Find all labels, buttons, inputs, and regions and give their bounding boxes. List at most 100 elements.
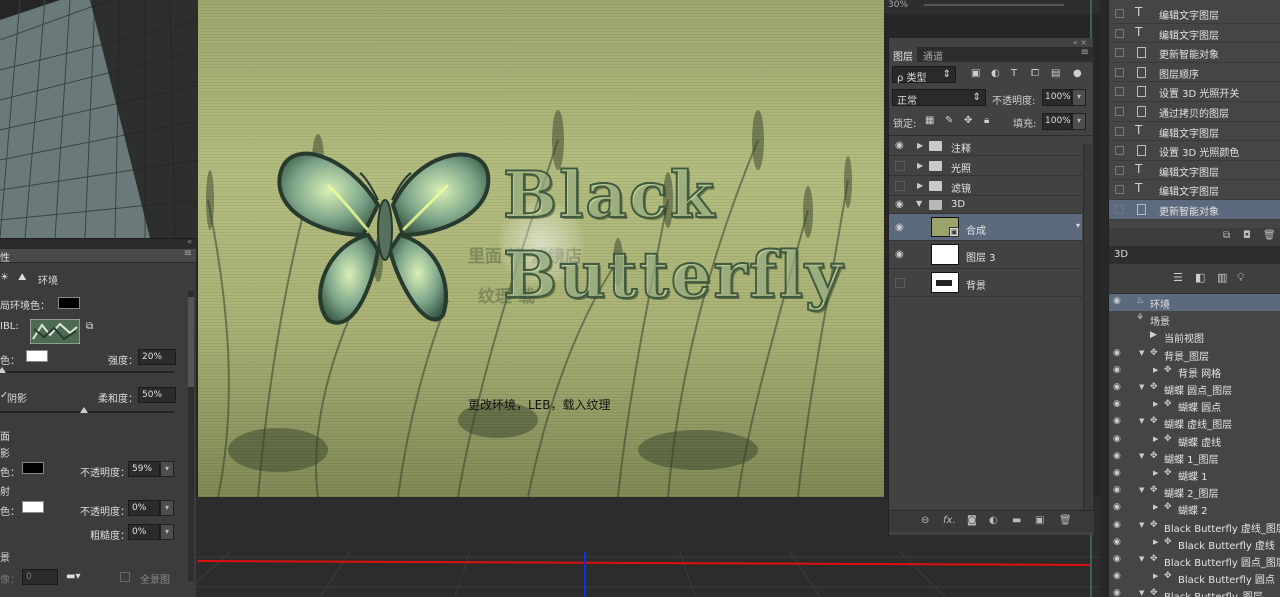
visibility-off-box[interactable] [895, 278, 905, 288]
eye-icon[interactable]: ◉ [1113, 554, 1121, 564]
chevron-down-icon[interactable]: ▼ [1139, 555, 1144, 563]
scene-tree-item[interactable]: ◉ ▼ ✥ 背景_图层 [1109, 346, 1280, 363]
tab-3d[interactable]: 3D [1114, 249, 1128, 260]
chevron-down-icon[interactable]: ▼ [1139, 349, 1144, 357]
scene-tree-item[interactable]: ◉ ▼ ✥ Black Butterfly_图层 [1109, 586, 1280, 597]
history-item-current[interactable]: 更新智能对象 [1109, 200, 1280, 220]
scene-tree-item[interactable]: ⚘ 场景 [1109, 311, 1280, 328]
softness-slider[interactable] [0, 407, 174, 413]
snapshot-checkbox[interactable] [1115, 67, 1124, 77]
chevron-down-icon[interactable]: ▼ [1139, 452, 1144, 460]
roughness-dropdown-icon[interactable]: ▾ [160, 524, 174, 540]
lock-image-icon[interactable]: ✎ [945, 115, 953, 126]
chevron-right-icon[interactable]: ▶ [917, 181, 923, 190]
chevron-down-icon[interactable]: ▼ [1139, 589, 1144, 597]
eye-icon[interactable]: ◉ [1113, 382, 1121, 392]
history-item[interactable]: T 编辑文字图层 [1109, 180, 1280, 200]
properties-tab[interactable]: 性 [0, 249, 10, 264]
history-item[interactable]: 设置 3D 光照颜色 [1109, 141, 1280, 161]
history-item[interactable]: T 编辑文字图层 [1109, 24, 1280, 44]
eye-icon[interactable]: ◉ [1113, 451, 1121, 461]
lights-filter-icon[interactable]: 💡︎ [1237, 271, 1245, 285]
intensity-slider[interactable] [0, 367, 174, 373]
chevron-right-icon[interactable]: ▶ [1153, 503, 1158, 511]
history-item[interactable]: 更新智能对象 [1109, 43, 1280, 63]
collapse-icon[interactable]: « [187, 237, 192, 246]
scene-tree-item[interactable]: ◉ ▶ ✥ 蝴蝶 虚线 [1109, 432, 1280, 449]
properties-scrollbar[interactable] [188, 291, 194, 581]
edit-texture-icon[interactable]: ⧉ [86, 321, 93, 332]
opacity-field[interactable]: 100% [1042, 89, 1072, 106]
eye-icon[interactable]: ◉ [895, 140, 904, 151]
snapshot-checkbox[interactable] [1115, 87, 1124, 97]
eye-icon[interactable]: ◉ [895, 222, 904, 233]
scene-tree-item[interactable]: ◉ ▶ ✥ 背景 网格 [1109, 363, 1280, 380]
chevron-right-icon[interactable]: ▶ [1153, 538, 1158, 546]
top-strip-slider[interactable] [924, 4, 1064, 6]
snapshot-checkbox[interactable] [1115, 126, 1124, 136]
eye-icon[interactable]: ◉ [1113, 537, 1121, 547]
glass-butterfly[interactable] [268, 135, 508, 335]
ibl-texture-thumbnail[interactable] [30, 319, 80, 344]
fill-field[interactable]: 100% [1042, 113, 1072, 130]
blend-mode-select[interactable]: 正常 ⇕ [892, 89, 986, 107]
softness-slider-thumb[interactable] [80, 407, 88, 413]
eye-icon[interactable]: ◉ [1113, 468, 1121, 478]
scene-tree-item[interactable]: ◉ ▶ ✥ 蝴蝶 2 [1109, 500, 1280, 517]
layer-row-filters[interactable]: ▶ 滤镜 [889, 176, 1082, 196]
layer-row-lighting[interactable]: ▶ 光照 [889, 156, 1082, 176]
scene-tree-item[interactable]: ◉ ▶ ✥ Black Butterfly 圆点 [1109, 569, 1280, 586]
new-layer-icon[interactable]: ▣ [1035, 515, 1044, 526]
eye-icon[interactable]: ◉ [1113, 502, 1121, 512]
scene-tree-item[interactable]: ◉ ▼ ✥ 蝴蝶 1_图层 [1109, 449, 1280, 466]
shadow-color-swatch[interactable] [22, 462, 44, 474]
pixel-filter-icon[interactable]: ▣ [971, 68, 980, 79]
tab-channels[interactable]: 通道 [919, 47, 947, 63]
collapse-glyph[interactable]: « [1073, 38, 1078, 47]
history-item[interactable]: 图层顺序 [1109, 63, 1280, 83]
lock-position-icon[interactable]: ✥ [964, 115, 972, 126]
scene-tree-item[interactable]: ◉ ▼ ✥ Black Butterfly 圆点_图层 [1109, 552, 1280, 569]
visibility-off-box[interactable] [895, 181, 905, 191]
shadow-opacity-field[interactable]: 59% [128, 461, 160, 477]
lock-transparent-icon[interactable]: ▦ [925, 115, 934, 126]
chevron-right-icon[interactable]: ▶ [1153, 366, 1158, 374]
fill-dropdown-icon[interactable]: ▾ [1072, 113, 1086, 130]
history-item[interactable]: 通过拷贝的图层 [1109, 102, 1280, 122]
image-field[interactable]: 0 [22, 569, 58, 585]
collapse-icon[interactable]: « × [1073, 38, 1087, 47]
shape-filter-icon[interactable]: ⧠ [1031, 68, 1039, 79]
reflection-opacity-dropdown-icon[interactable]: ▾ [160, 500, 174, 516]
chevron-down-icon[interactable]: ▼ [1139, 417, 1144, 425]
type-filter-icon[interactable]: T [1011, 68, 1017, 79]
snapshot-checkbox[interactable] [1115, 165, 1124, 175]
scene-tree-item[interactable]: ◉ ▼ ✥ 蝴蝶 2_图层 [1109, 483, 1280, 500]
chevron-down-icon[interactable]: ▼ [916, 199, 922, 208]
layer-options-icon[interactable]: ▾ [1076, 221, 1080, 230]
scene-tree-item[interactable]: ◉ ▶ ✥ 蝴蝶 圆点 [1109, 397, 1280, 414]
chevron-down-icon[interactable]: ▼ [1139, 521, 1144, 529]
trash-icon[interactable]: 🗑︎ [1263, 230, 1276, 241]
shadow-opacity-dropdown-icon[interactable]: ▾ [160, 461, 174, 477]
snapshot-checkbox[interactable] [1115, 146, 1124, 156]
layer-row-composite[interactable]: ◉ ▣ 合成 ▾ [889, 214, 1082, 241]
opacity-dropdown-icon[interactable]: ▾ [1072, 89, 1086, 106]
eye-icon[interactable]: ◉ [1113, 416, 1121, 426]
new-document-from-state-icon[interactable]: ⧉ [1223, 230, 1230, 241]
eye-icon[interactable]: ◉ [1113, 434, 1121, 444]
eye-icon[interactable]: ◉ [1113, 571, 1121, 581]
layer-row-3d-group[interactable]: ◉ ▼ 3D [889, 196, 1082, 214]
eye-icon[interactable]: ◉ [1113, 588, 1121, 597]
layer-filter-kind-select[interactable]: ρ 类型 ⇕ [892, 66, 956, 84]
add-mask-icon[interactable]: ◙ [967, 515, 977, 526]
eye-icon[interactable]: ◉ [1113, 365, 1121, 375]
materials-filter-icon[interactable]: ▥ [1217, 271, 1227, 284]
scene-tree-item[interactable]: ◉ ▼ ✥ Black Butterfly 虚线_图层 [1109, 518, 1280, 535]
softness-field[interactable]: 50% [138, 387, 176, 403]
folder-icon[interactable]: ▬▾ [66, 571, 80, 582]
scene-tree-item[interactable]: ▶ 当前视图 [1109, 328, 1280, 345]
snapshot-checkbox[interactable] [1115, 185, 1124, 195]
camera-icon[interactable]: ◘ [1243, 230, 1251, 241]
roughness-field[interactable]: 0% [128, 524, 160, 540]
eye-icon[interactable]: ◉ [895, 249, 904, 260]
